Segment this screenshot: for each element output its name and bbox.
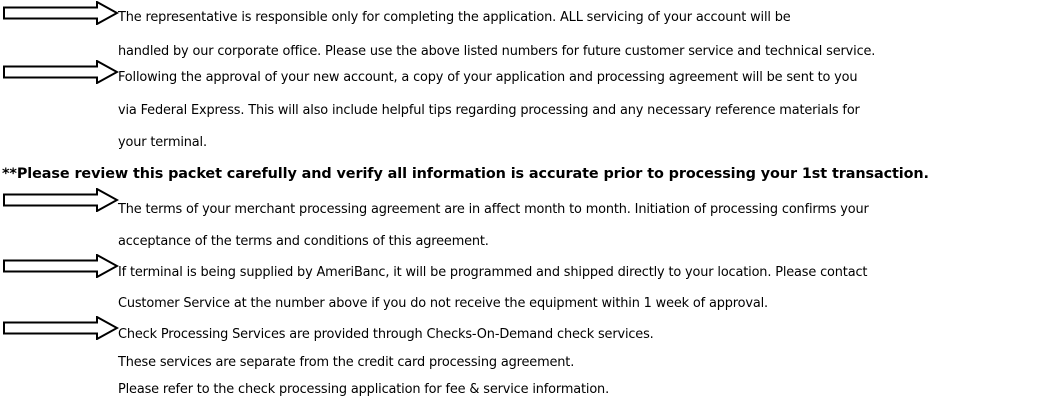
notice-text-line: Following the approval of your new accou… — [118, 70, 858, 85]
arrow-right-icon — [3, 60, 119, 84]
notice-text-line: If terminal is being supplied by AmeriBa… — [118, 265, 868, 280]
notice-text-line: Please refer to the check processing app… — [118, 382, 610, 397]
notice-text-line: via Federal Express. This will also incl… — [118, 103, 860, 118]
notice-text-line: The terms of your merchant processing ag… — [118, 202, 869, 217]
notice-text-line: Check Processing Services are provided t… — [118, 327, 654, 342]
notice-text-line: handled by our corporate office. Please … — [118, 44, 876, 59]
notice-text-line: your terminal. — [118, 135, 207, 150]
arrow-right-icon — [3, 254, 119, 278]
notice-text-line: The representative is responsible only f… — [118, 10, 791, 25]
arrow-right-icon — [3, 316, 119, 340]
review-notice: **Please review this packet carefully an… — [2, 166, 929, 182]
arrow-right-icon — [3, 188, 119, 212]
document-page: The representative is responsible only f… — [0, 0, 1062, 408]
notice-text-line: These services are separate from the cre… — [118, 355, 575, 370]
notice-text-line: Customer Service at the number above if … — [118, 296, 768, 311]
notice-text-line: acceptance of the terms and conditions o… — [118, 234, 489, 249]
arrow-right-icon — [3, 1, 119, 25]
